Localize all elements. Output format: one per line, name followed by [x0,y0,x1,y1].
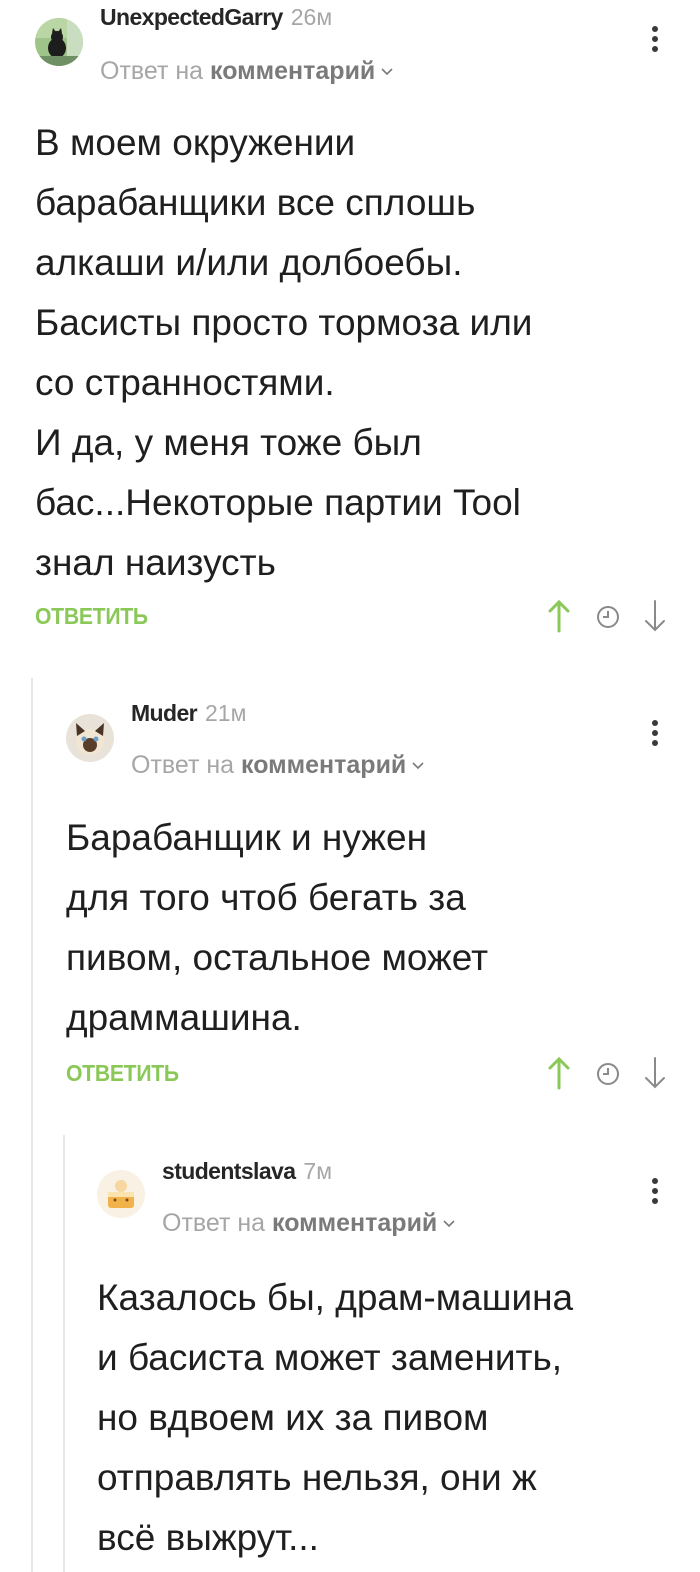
avatar[interactable] [66,714,114,762]
more-options-icon[interactable] [650,26,660,60]
comment-text-line: всё выжрут... [97,1517,319,1558]
comment-time: 7м [303,1158,333,1184]
reply-to-line: Ответ на комментарий [162,1206,455,1238]
reply-prefix: Ответ на [100,57,204,85]
reply-prefix: Ответ на [162,1209,266,1237]
comment-text-line: алкаши и/или долбоебы. [35,242,463,283]
comment-text: Казалось бы, драм-машина и басиста может… [97,1268,573,1568]
author-name[interactable]: studentslava 7м [162,1158,332,1185]
comment-text-line: знал наизусть [35,542,276,583]
comment-text-line: бас...Некоторые партии Tool [35,482,521,523]
comment-text: В моем окружении барабанщики все сплошь … [35,113,532,593]
downvote-icon[interactable] [645,600,665,632]
chevron-down-icon[interactable] [412,748,424,777]
upvote-icon[interactable] [548,1056,570,1090]
reply-button[interactable]: ОТВЕТИТЬ [35,603,148,630]
reply-to-line: Ответ на комментарий [100,54,393,86]
upvote-icon[interactable] [548,599,570,633]
comment-text-line: Барабанщик и нужен [66,817,428,858]
chevron-down-icon[interactable] [381,54,393,83]
vote-controls [545,598,671,634]
more-options-icon[interactable] [650,720,660,754]
vote-controls [545,1055,671,1091]
author-name[interactable]: UnexpectedGarry 26м [100,4,332,31]
more-options-icon[interactable] [650,1178,660,1212]
thread-line-level-2 [63,1135,65,1572]
comment-text: Барабанщик и нужен для того чтоб бегать … [66,808,488,1048]
author-username[interactable]: studentslava [162,1158,296,1184]
comment-text-line: И да, у меня тоже был [35,422,422,463]
comment-studentslava: studentslava 7м Ответ на комментарий Каза… [97,1148,700,1572]
comment-text-line: В моем окружении [35,122,356,163]
reply-parent-link[interactable]: комментарий [210,57,375,85]
author-username[interactable]: Muder [131,700,198,726]
comment-text-line: Басисты просто тормоза или [35,302,533,343]
comment-text-line: но вдвоем их за пивом [97,1397,489,1438]
author-username[interactable]: UnexpectedGarry [100,4,283,30]
reply-parent-link[interactable]: комментарий [241,751,406,779]
thread-line-level-1 [31,678,33,1572]
comment-text-line: драммашина. [66,997,302,1038]
comment-text-line: и басиста может заменить, [97,1337,563,1378]
chevron-down-icon[interactable] [443,1206,455,1235]
comment-muder: Muder 21м Ответ на комментарий Барабанщик… [66,690,700,1110]
reply-to-line: Ответ на комментарий [131,748,424,780]
comment-text-line: для того чтоб бегать за [66,877,466,918]
avatar[interactable] [97,1170,145,1218]
save-clock-icon[interactable] [597,1063,619,1085]
comment-time: 26м [290,4,333,30]
author-name[interactable]: Muder 21м [131,700,246,727]
save-clock-icon[interactable] [597,606,619,628]
comment-time: 21м [205,700,247,726]
reply-parent-link[interactable]: комментарий [272,1209,437,1237]
downvote-icon[interactable] [645,1057,665,1089]
comment-text-line: отправлять нельзя, они ж [97,1457,537,1498]
comment-text-line: Казалось бы, драм-машина [97,1277,574,1318]
reply-button[interactable]: ОТВЕТИТЬ [66,1060,179,1087]
comment-text-line: барабанщики все сплошь [35,182,476,223]
comment-text-line: пивом, остальное может [66,937,489,978]
avatar[interactable] [35,18,83,66]
comment-unexpectedgarry: UnexpectedGarry 26м Ответ на комментарий … [35,0,700,650]
reply-prefix: Ответ на [131,751,235,779]
comment-text-line: со странностями. [35,362,335,403]
